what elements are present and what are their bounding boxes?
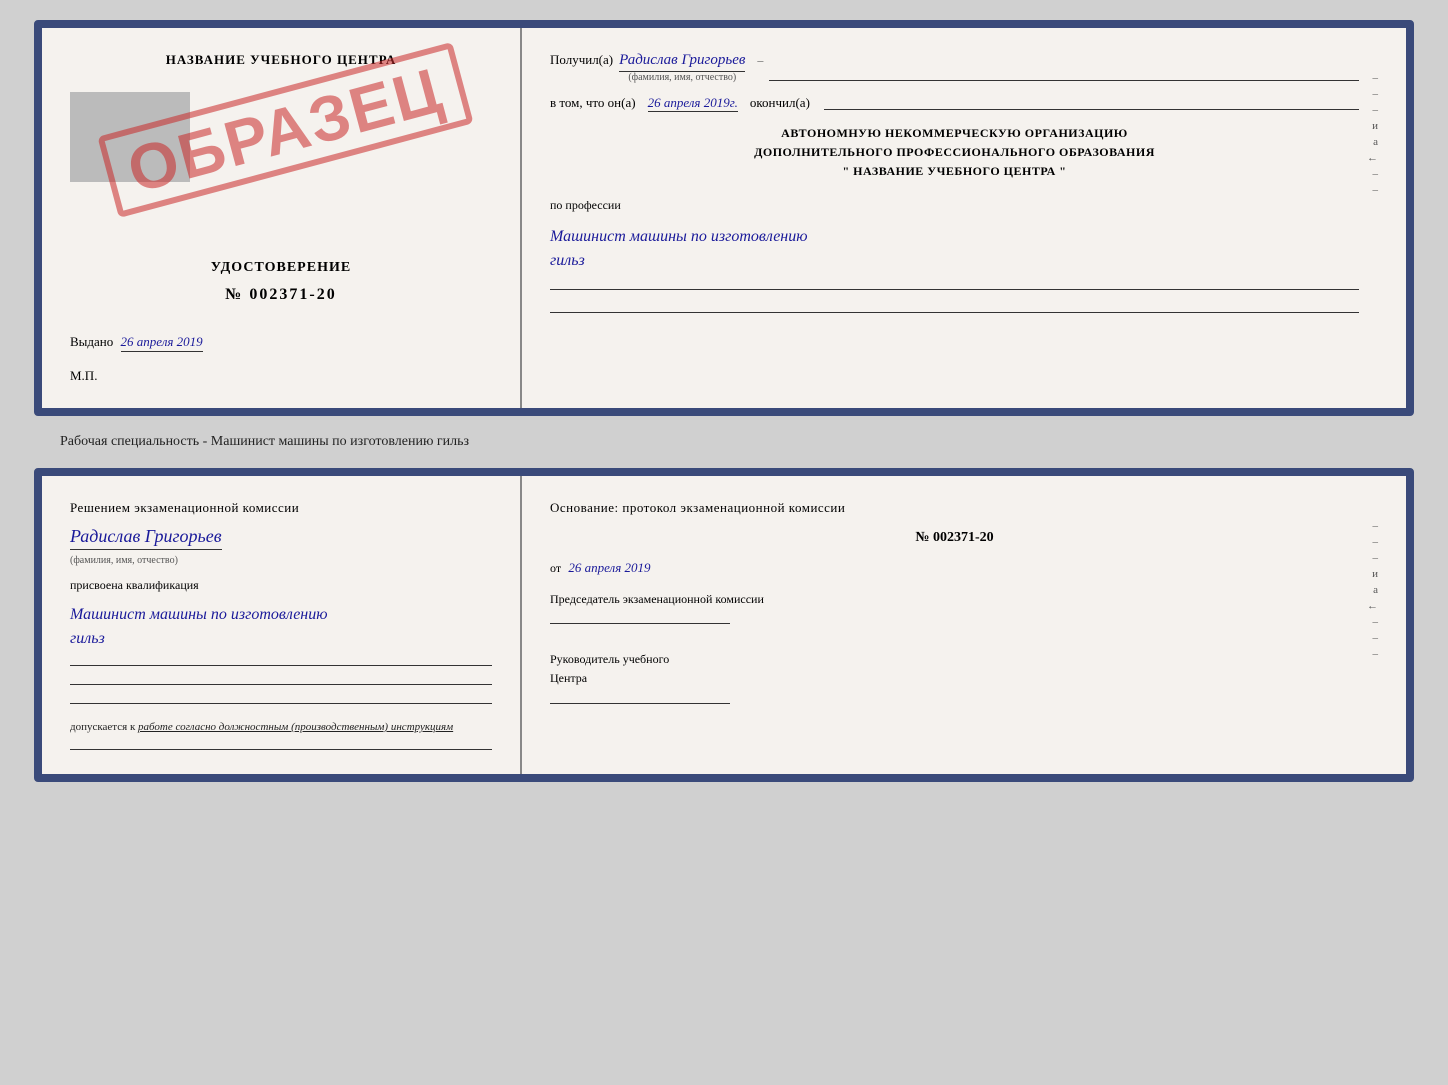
qual-underline2 xyxy=(70,684,492,685)
received-name-subtitle: (фамилия, имя, отчество) xyxy=(628,72,736,83)
bottom-right-panel: Основание: протокол экзаменационной коми… xyxy=(522,476,1406,774)
qualification-line2: гильз xyxy=(70,630,105,647)
received-name: Радислав Григорьев xyxy=(619,52,745,72)
cert-type-label: УДОСТОВЕРЕНИЕ xyxy=(70,260,492,276)
bottom-person-name: Радислав Григорьев xyxy=(70,526,222,550)
date-underline-ext xyxy=(824,109,1359,110)
issue-date-line: Выдано 26 апреля 2019 xyxy=(70,334,492,350)
date-value: 26 апреля 2019г. xyxy=(648,95,738,112)
director-label1: Руководитель учебного xyxy=(550,650,1359,669)
date-line: в том, что он(а) 26 апреля 2019г. окончи… xyxy=(550,95,1359,112)
basis-line: Основание: протокол экзаменационной коми… xyxy=(550,500,1359,516)
bottom-right-content: Основание: протокол экзаменационной коми… xyxy=(550,500,1359,704)
director-block: Руководитель учебного Центра xyxy=(550,650,1359,703)
admission-prefix: допускается к xyxy=(70,721,138,733)
mp-label: М.П. xyxy=(70,368,492,384)
bottom-left-panel: Решением экзаменационной комиссии Радисл… xyxy=(42,476,522,774)
bottom-name-subtitle: (фамилия, имя, отчество) xyxy=(70,555,178,566)
chairman-sig-line xyxy=(550,623,730,624)
date-suffix: окончил(а) xyxy=(750,95,810,111)
org-line3: " НАЗВАНИЕ УЧЕБНОГО ЦЕНТРА " xyxy=(550,162,1359,181)
specialty-label: Рабочая специальность - Машинист машины … xyxy=(60,434,469,450)
received-prefix: Получил(а) xyxy=(550,52,613,68)
bottom-person-name-block: Радислав Григорьев (фамилия, имя, отчест… xyxy=(70,526,492,568)
org-line2: ДОПОЛНИТЕЛЬНОГО ПРОФЕССИОНАЛЬНОГО ОБРАЗО… xyxy=(550,143,1359,162)
profession-underline2 xyxy=(550,312,1359,313)
bottom-right-wrapper: Основание: протокол экзаменационной коми… xyxy=(550,500,1378,704)
org-line1: АВТОНОМНУЮ НЕКОММЕРЧЕСКУЮ ОРГАНИЗАЦИЮ xyxy=(550,124,1359,143)
center-name-top: НАЗВАНИЕ УЧЕБНОГО ЦЕНТРА xyxy=(70,52,492,68)
commission-line: Решением экзаменационной комиссии xyxy=(70,500,492,516)
qual-underline3 xyxy=(70,703,492,704)
right-content: Получил(а) Радислав Григорьев (фамилия, … xyxy=(550,52,1359,313)
dash-after-name: – xyxy=(757,53,763,68)
name-underline-ext xyxy=(769,80,1359,81)
profession-line1: Машинист машины по изготовлению xyxy=(550,228,808,245)
issue-date-value: 26 апреля 2019 xyxy=(121,334,203,352)
qualification-label: присвоена квалификация xyxy=(70,578,492,593)
profession-underline xyxy=(550,289,1359,290)
date-prefix-bottom: от xyxy=(550,561,561,575)
cert-number: № 002371-20 xyxy=(70,286,492,304)
profession-label: по профессии xyxy=(550,198,1359,213)
qualification-line1: Машинист машины по изготовлению xyxy=(70,606,328,623)
profession-line2: гильз xyxy=(550,252,585,269)
date-prefix: в том, что он(а) xyxy=(550,95,636,111)
top-document-card: НАЗВАНИЕ УЧЕБНОГО ЦЕНТРА ОБРАЗЕЦ УДОСТОВ… xyxy=(34,20,1414,416)
photo-placeholder xyxy=(70,92,190,182)
right-margin-marks: – – – и а ← – – xyxy=(1367,52,1378,196)
qual-underline1 xyxy=(70,665,492,666)
date-value-bottom: 26 апреля 2019 xyxy=(568,560,650,575)
received-line: Получил(а) Радислав Григорьев (фамилия, … xyxy=(550,52,1359,83)
admission-underline xyxy=(70,749,492,750)
bottom-right-margin-marks: – – – и а ← – – – xyxy=(1367,500,1378,660)
chairman-block: Председатель экзаменационной комиссии xyxy=(550,590,1359,624)
issue-prefix: Выдано xyxy=(70,334,113,349)
admission-note: допускается к работе согласно должностны… xyxy=(70,720,492,735)
director-label2: Центра xyxy=(550,669,1359,688)
bottom-document-card: Решением экзаменационной комиссии Радисл… xyxy=(34,468,1414,782)
chairman-label: Председатель экзаменационной комиссии xyxy=(550,590,1359,609)
top-right-panel: Получил(а) Радислав Григорьев (фамилия, … xyxy=(522,28,1406,408)
received-row: Получил(а) Радислав Григорьев (фамилия, … xyxy=(550,52,1378,313)
protocol-number: № 002371-20 xyxy=(550,530,1359,546)
top-left-panel: НАЗВАНИЕ УЧЕБНОГО ЦЕНТРА ОБРАЗЕЦ УДОСТОВ… xyxy=(42,28,522,408)
admission-text: работе согласно должностным (производств… xyxy=(138,721,453,733)
qualification-value: Машинист машины по изготовлению гильз xyxy=(70,603,492,651)
org-block: АВТОНОМНУЮ НЕКОММЕРЧЕСКУЮ ОРГАНИЗАЦИЮ ДО… xyxy=(550,124,1359,182)
protocol-date: от 26 апреля 2019 xyxy=(550,560,1359,576)
director-sig-line xyxy=(550,703,730,704)
profession-value: Машинист машины по изготовлению гильз xyxy=(550,225,1359,273)
